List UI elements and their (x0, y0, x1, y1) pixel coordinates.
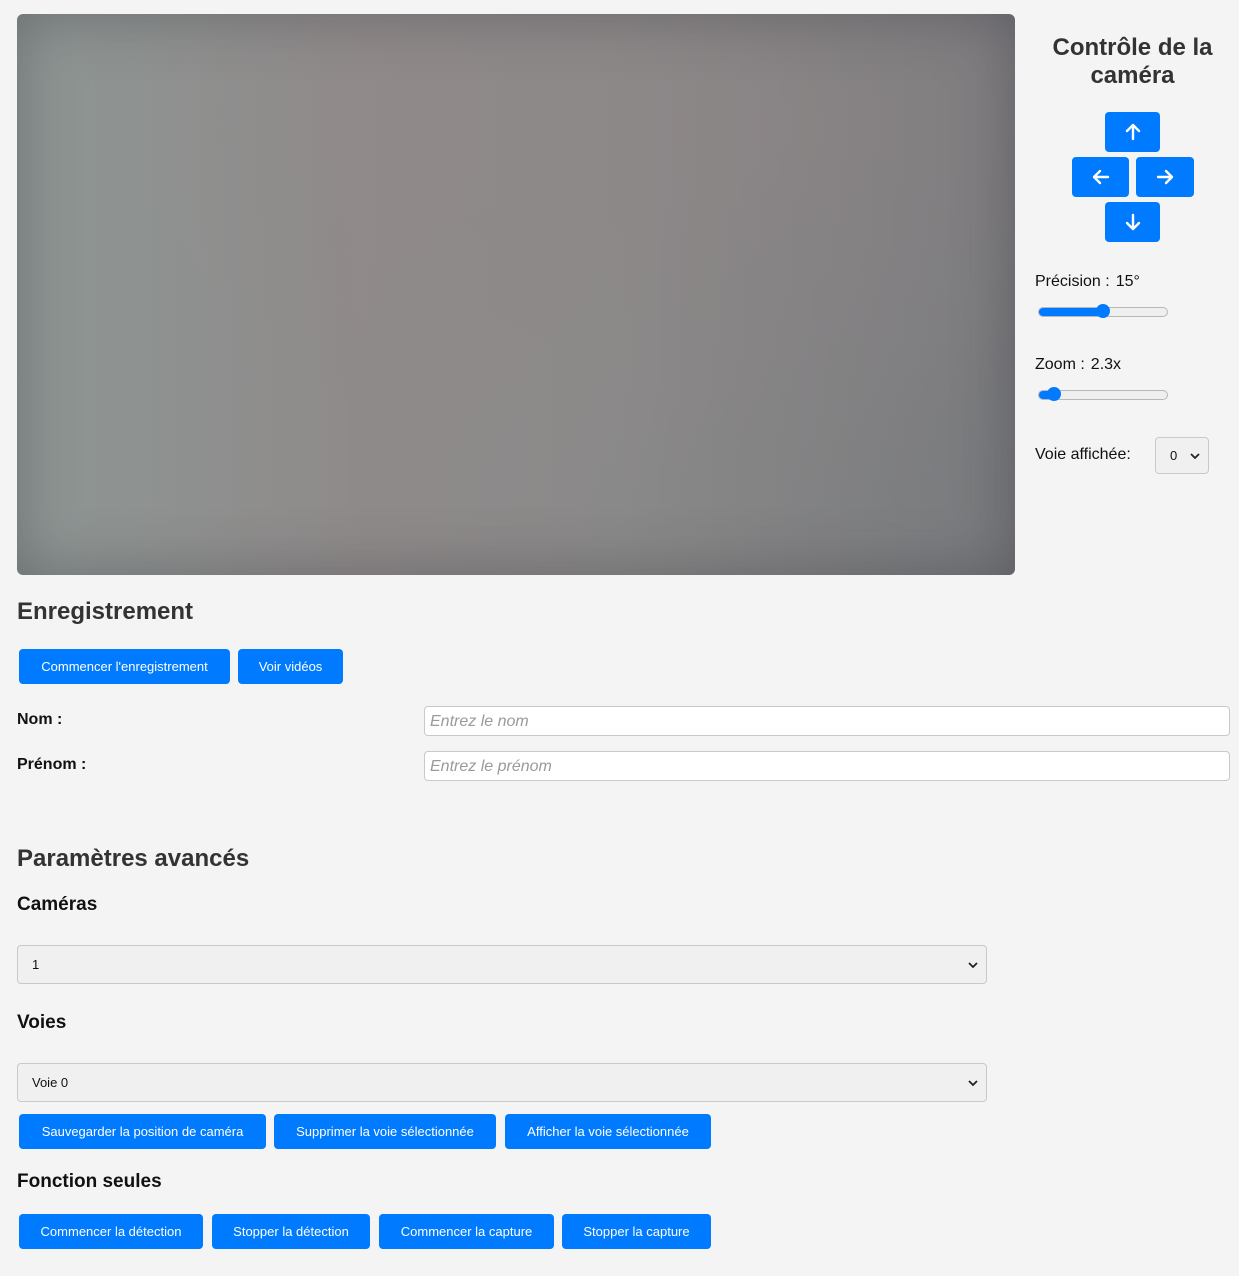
stop-detection-button[interactable]: Stopper la détection (212, 1214, 370, 1249)
precision-slider-fill (1039, 308, 1103, 316)
camera-feed (17, 14, 1015, 575)
show-lane-button[interactable]: Afficher la voie sélectionnée (505, 1114, 711, 1149)
camera-control-title: Contrôle de la caméra (1052, 34, 1213, 89)
advanced-settings-heading: Paramètres avancés (17, 845, 250, 872)
pan-down-button[interactable] (1105, 202, 1160, 242)
pan-right-button[interactable] (1136, 157, 1194, 197)
start-detection-button[interactable]: Commencer la détection (19, 1214, 203, 1249)
start-capture-button[interactable]: Commencer la capture (379, 1214, 554, 1249)
lanes-heading: Voies (17, 1012, 67, 1033)
pan-up-button[interactable] (1105, 112, 1160, 152)
arrow-left-icon (1092, 169, 1109, 185)
recording-heading: Enregistrement (17, 598, 194, 625)
cameras-select[interactable]: 1 (17, 945, 987, 984)
save-camera-position-button[interactable]: Sauvegarder la position de caméra (19, 1114, 266, 1149)
name-input[interactable]: Entrez le nom (424, 706, 1230, 736)
arrow-down-icon (1125, 213, 1140, 231)
name-label: Nom : (17, 711, 63, 728)
pan-left-button[interactable] (1072, 157, 1129, 197)
lane-displayed-select[interactable]: 0 (1155, 437, 1209, 474)
start-recording-button[interactable]: Commencer l'enregistrement (19, 649, 230, 684)
arrow-up-icon (1125, 123, 1140, 141)
cameras-heading: Caméras (17, 894, 98, 915)
lanes-select[interactable]: Voie 0 (17, 1063, 987, 1102)
precision-value: 15° (1115, 273, 1140, 290)
precision-slider[interactable] (1038, 304, 1168, 318)
chevron-down-icon (968, 1079, 978, 1086)
zoom-value: 2.3x (1090, 356, 1122, 373)
lane-displayed-label: Voie affichée: (1035, 446, 1131, 463)
stop-capture-button[interactable]: Stopper la capture (562, 1214, 711, 1249)
delete-lane-button[interactable]: Supprimer la voie sélectionnée (274, 1114, 496, 1149)
firstname-label: Prénom : (17, 756, 87, 773)
precision-label-row: Précision : 15° (1035, 273, 1140, 291)
precision-slider-thumb[interactable] (1096, 304, 1110, 318)
arrow-right-icon (1156, 169, 1174, 185)
view-videos-button[interactable]: Voir vidéos (238, 649, 343, 684)
zoom-slider[interactable] (1038, 387, 1168, 401)
precision-label: Précision : (1035, 273, 1110, 290)
cameras-select-value: 1 (32, 957, 40, 972)
chevron-down-icon (968, 961, 978, 968)
firstname-input[interactable]: Entrez le prénom (424, 751, 1230, 781)
zoom-label: Zoom : (1035, 356, 1085, 373)
zoom-slider-thumb[interactable] (1047, 387, 1062, 401)
zoom-label-row: Zoom : 2.3x (1035, 356, 1121, 374)
lanes-select-value: Voie 0 (32, 1075, 69, 1090)
chevron-down-icon (1190, 452, 1200, 459)
lane-displayed-value: 0 (1170, 448, 1178, 463)
standalone-functions-heading: Fonction seules (17, 1171, 162, 1192)
